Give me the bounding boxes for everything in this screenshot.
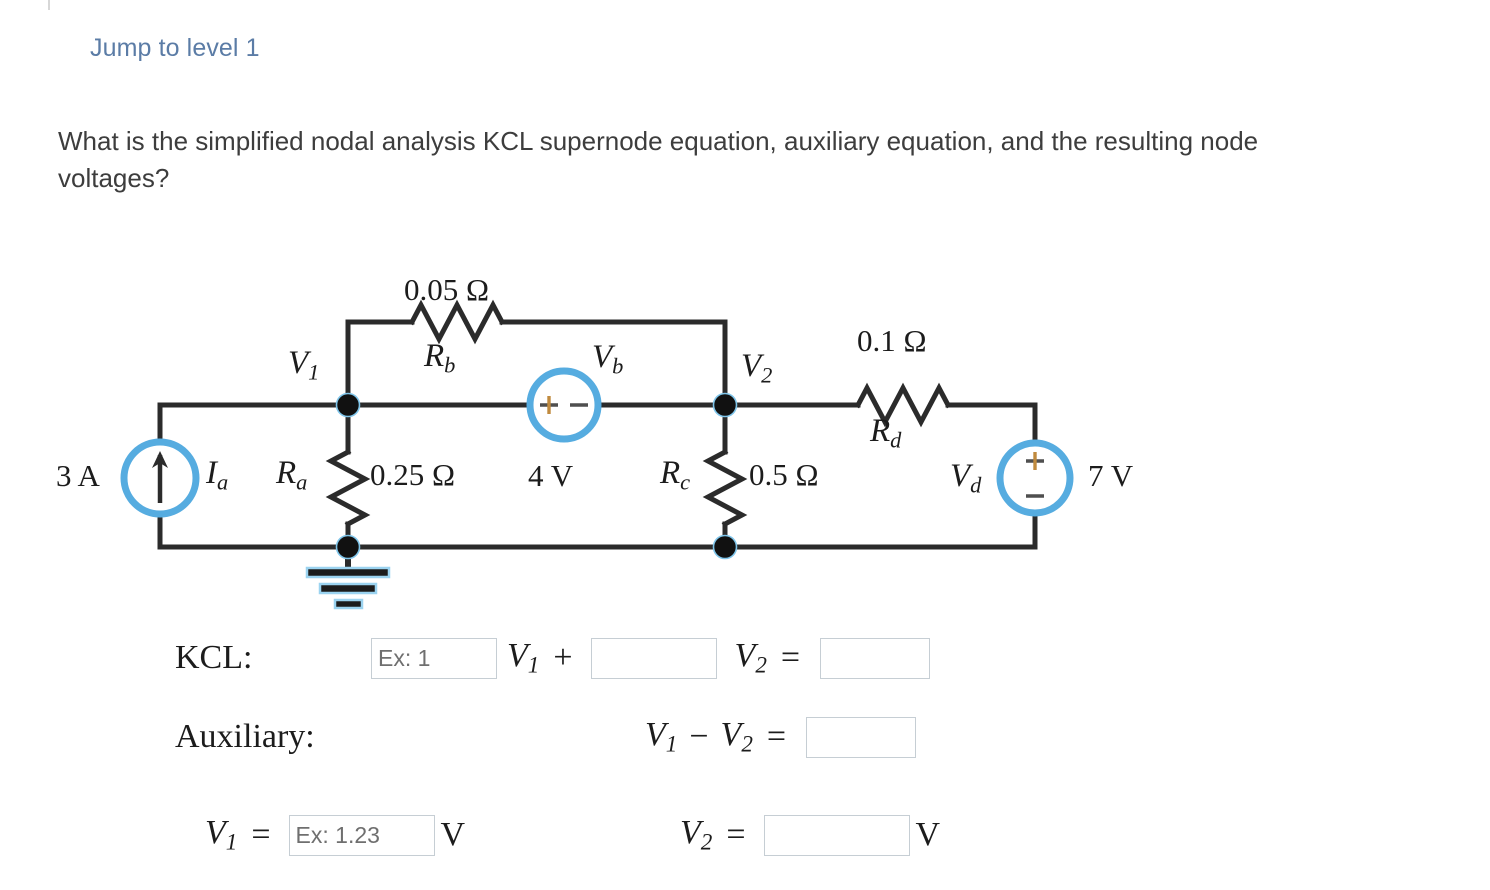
auxiliary-row: Auxiliary: V1 − V2 = [175,716,917,758]
v2-result-input[interactable] [763,814,910,856]
circuit-diagram: 0.05 Ω V1 Rb Vb V2 0.1 Ω 3 A Ia Ra 0.25 … [0,255,1250,615]
question-text: What is the simplified nodal analysis KC… [58,126,1259,193]
source-vb-value: 4 V [528,458,574,493]
resistor-ra-name: Ra [276,455,308,495]
kcl-term-2: V2 [734,637,767,679]
v1-result-equals: = [251,816,271,854]
current-source-ia-value: 3 A [56,458,100,493]
kcl-coefficient-1-input[interactable] [371,637,497,679]
auxiliary-expression-v2: V2 [720,716,753,758]
auxiliary-minus-operator: − [689,718,709,756]
node-v1-label: V1 [288,345,320,385]
v1-result-input[interactable] [288,814,435,856]
auxiliary-value-input[interactable] [806,716,917,758]
kcl-coefficient-2-input[interactable] [590,637,717,679]
resistor-rb-value: 0.05 Ω [404,272,490,307]
v2-result-equals: = [726,816,746,854]
ground-icon [305,566,391,610]
resistor-rc-value: 0.5 Ω [749,457,819,492]
source-vd-value: 7 V [1088,458,1134,493]
source-vd-name: Vd [950,458,982,498]
current-source-ia-icon [120,438,200,518]
voltage-source-vb-icon [526,367,602,443]
v1-result-row: V1 = V [205,814,465,856]
voltage-source-vd-icon [996,439,1074,517]
resistor-ra-value: 0.25 Ω [370,457,456,492]
v2-result-row: V2 = V [680,814,940,856]
current-source-ia-name: Ia [206,455,229,495]
v2-result-unit: V [915,816,941,854]
auxiliary-expression-v1: V1 [645,716,678,758]
v1-result-unit: V [440,816,466,854]
resistor-rc-body [702,448,748,528]
auxiliary-label: Auxiliary: [175,718,315,756]
page-root: Jump to level 1 What is the simplified n… [0,0,1490,890]
kcl-equals-sign: = [780,639,801,677]
top-strip [0,0,1490,6]
v1-result-symbol: V1 [205,814,238,856]
v2-result-symbol: V2 [680,814,713,856]
scroll-tick-mark [48,0,50,10]
kcl-term-1: V1 [507,637,540,679]
answer-form: KCL: V1 + V2 = Auxiliary: V1 − V2 = V1 =… [0,625,1490,890]
resistor-rd-value: 0.1 Ω [857,323,927,358]
kcl-result-input[interactable] [820,637,931,679]
source-vb-name: Vb [592,339,624,379]
jump-to-level-link[interactable]: Jump to level 1 [90,34,260,63]
kcl-plus-operator: + [553,639,573,677]
resistor-ra-body [325,448,371,528]
node-v2-label: V2 [741,348,773,388]
kcl-row: KCL: V1 + V2 = [175,637,931,679]
kcl-label: KCL: [175,639,253,677]
resistor-rb-body [408,299,506,345]
auxiliary-equals-sign: = [766,718,787,756]
resistor-rc-name: Rc [660,455,691,495]
circuit-svg [120,299,1074,610]
resistor-rd-name: Rd [870,413,902,453]
resistor-rb-name: Rb [424,338,456,378]
